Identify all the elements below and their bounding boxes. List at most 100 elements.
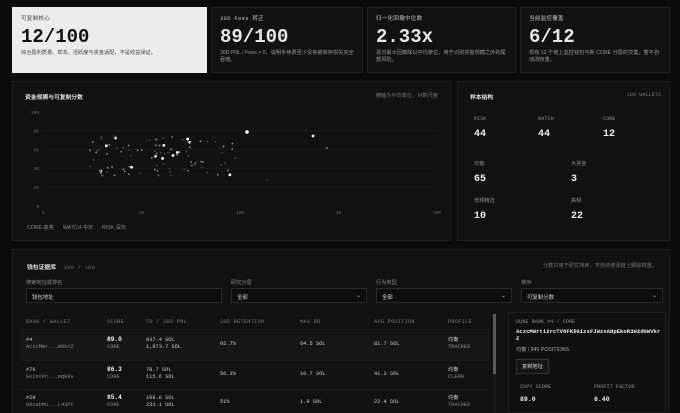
kpi-desc: 逐日最大回撤除以平均单位，用于识别资金规模之外的尾部风险。: [376, 50, 506, 63]
table-row[interactable]: [20, 331, 490, 360]
kpi-desc: 现有 12 个链上监控钱包与新 CORE 分层的交集，暂不自动改权重。: [529, 50, 660, 63]
wallets-title: 钱包证据库 100 / 100: [27, 264, 95, 271]
scatter-point: [216, 173, 219, 176]
scatter-point: [178, 151, 181, 153]
row-profile: 均衡 CLEAN: [448, 367, 464, 380]
scatter-point: [231, 148, 234, 150]
scatter-point: [155, 152, 158, 155]
row-max-dd: 64.5 SOL: [300, 341, 326, 347]
kpi-desc: 30D PNL / Fees > 0，说明手续费至少没有被库存损失完全吞噬。: [220, 50, 354, 63]
scatter-point: [101, 174, 104, 177]
scatter-point: [224, 162, 226, 165]
y-tick-label: 80: [34, 129, 40, 135]
col-retention: 30D RETENTION: [220, 319, 265, 325]
scatter-point: [158, 174, 160, 177]
scatter-point: [106, 152, 109, 155]
sample-low-freq: 低频精选 10: [474, 198, 495, 222]
scatter-point: [89, 149, 91, 152]
copy-address-button[interactable]: 复制地址: [516, 359, 549, 374]
scatter-point: [185, 150, 188, 153]
scatter-point: [220, 151, 223, 154]
sample-title: 样本结构: [470, 95, 494, 101]
search-input[interactable]: 钱包地址: [26, 288, 222, 303]
y-tick-label: 100: [31, 110, 39, 116]
tier-select[interactable]: 全部 ⌄: [231, 288, 367, 303]
kpi-label: 30D Fees 转正: [220, 15, 265, 22]
search-label: 搜索地址或排名: [26, 280, 63, 286]
legend-core: CORE 高亮: [27, 225, 54, 231]
scatter-point: [159, 151, 162, 154]
col-profile: PROFILE: [448, 319, 472, 325]
scatter-point: [153, 154, 156, 157]
kpi-value: 2.33x: [376, 26, 434, 48]
behavior-select[interactable]: 全部 ⌄: [376, 288, 512, 303]
scatter-point: [199, 140, 202, 143]
kpi-fees-positive: 30D Fees 转正 89/100 30D PNL / Fees > 0，说明…: [211, 7, 363, 73]
y-tick-label: 20: [34, 185, 40, 191]
scatter-point: [155, 164, 158, 167]
kpi-value: 6/12: [529, 26, 575, 48]
sample-core: CORE 12: [603, 116, 616, 140]
row-score: 85.4 CORE: [107, 394, 122, 408]
scatter-point: [220, 163, 223, 166]
scatter-plot: 100 80 60 40 20 01 10 100 1K 10K: [31, 110, 441, 216]
row-rank-wallet[interactable]: #76 GointPc...mqB8v: [26, 367, 74, 381]
col-avg-position: AVG POSITION: [374, 319, 415, 325]
profit-factor-label: PROFIT FACTOR: [594, 384, 635, 390]
scatter-point: [266, 179, 268, 181]
scatter-point: [195, 160, 198, 163]
x-tick-label: 1K: [336, 210, 342, 216]
x-tick-label: 10K: [433, 210, 441, 216]
scatter-point: [187, 155, 190, 157]
scatter-point: [200, 166, 203, 169]
scatter-point: [136, 149, 139, 152]
row-avg-position: 81.7 SOL: [374, 341, 400, 347]
scatter-point: [95, 149, 98, 152]
sample-count: 100 WALLETS: [626, 92, 661, 98]
row-score: 86.3 CORE: [107, 366, 122, 380]
row-retention: 92.7%: [220, 341, 236, 347]
scatter-legend: CORE 高亮 WATCH 中灰 RISK 深灰: [27, 224, 126, 231]
scatter-point: [100, 137, 103, 140]
row-rank-wallet[interactable]: #28 G8oabMU...L43Pt: [26, 395, 74, 409]
scatter-point: [228, 173, 232, 177]
scatter-point: [116, 147, 118, 150]
tier-label: 研究分层: [231, 280, 252, 286]
scatter-point: [201, 161, 204, 164]
row-profile: 均衡 TRACKED: [448, 395, 471, 408]
scatter-title: 资金规模与可复制分数: [25, 95, 83, 101]
chevron-down-icon: ⌄: [651, 293, 657, 299]
scatter-point: [95, 151, 98, 154]
row-rank-wallet: #4 AczcMWr...WXkrZ: [26, 337, 74, 350]
scatter-point: [206, 171, 208, 174]
scatter-point: [128, 149, 131, 152]
scatter-point: [168, 168, 171, 171]
sort-select[interactable]: 可复制分数 ⌄: [521, 288, 663, 303]
scatter-point: [169, 171, 171, 174]
copy-score-value: 89.0: [520, 396, 536, 403]
scatter-point: [176, 153, 179, 156]
scatter-point: [100, 172, 102, 174]
chevron-down-icon: ⌄: [500, 293, 506, 299]
scatter-point: [127, 144, 130, 147]
kpi-copyable-core: 可复制核心 12/100 综合盈利质量、样本、活跃度与资金适配，不是收益保证。: [12, 7, 207, 73]
scatter-point: [190, 164, 193, 167]
sample-large-capital: 大资金 3: [571, 161, 587, 185]
scatter-point: [112, 135, 115, 137]
scatter-point: [89, 165, 92, 168]
scrollbar-thumb[interactable]: [493, 314, 496, 374]
kpi-value: 12/100: [21, 26, 90, 48]
detail-address[interactable]: AczcMWrti2rcTV6FK5G1zsFJWzxANpEkoR3H2dGW…: [516, 328, 662, 342]
scatter-point: [150, 157, 153, 159]
row-avg-position: 22.4 SOL: [374, 399, 400, 405]
scatter-point: [234, 157, 236, 160]
kpi-drawdown-median: 归一化回撤中位数 2.33x 逐日最大回撤除以平均单位，用于识别资金规模之外的尾…: [367, 7, 516, 73]
scatter-point: [311, 134, 315, 138]
row-pnl: 937.4 SOL 1,973.7 SOL: [146, 337, 181, 350]
sample-structure-panel: 样本结构 100 WALLETS RISK 44 WATCH 44 CORE 12 均…: [457, 81, 670, 241]
row-pnl: 78.7 SOL 115.6 SOL: [146, 367, 175, 380]
scatter-point: [138, 172, 141, 175]
row-pnl: 168.6 SOL 233.1 SOL: [146, 395, 175, 408]
scatter-point: [106, 166, 109, 169]
table-scrollbar[interactable]: [493, 314, 496, 413]
